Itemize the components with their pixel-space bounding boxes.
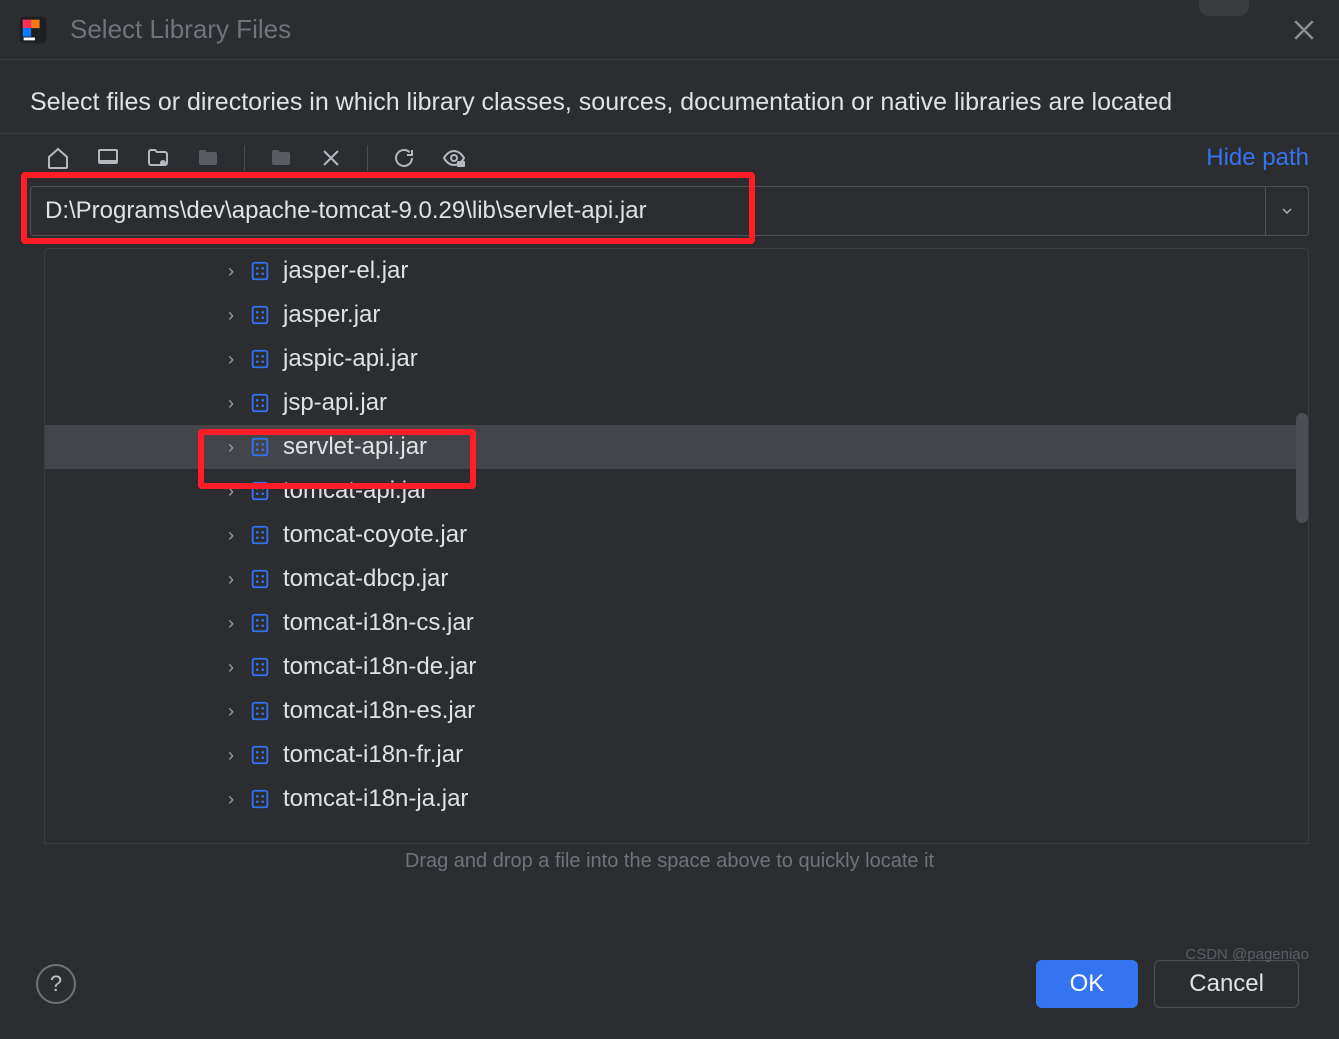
close-icon[interactable] (1289, 15, 1319, 45)
tree-item[interactable]: › tomcat-dbcp.jar (45, 557, 1308, 601)
jar-icon (249, 744, 271, 766)
tree-item-label: tomcat-i18n-fr.jar (283, 741, 463, 769)
tree-item[interactable]: › tomcat-i18n-de.jar (45, 645, 1308, 689)
refresh-icon[interactable] (390, 144, 418, 172)
toolbar: Hide path (0, 134, 1339, 178)
dialog-title: Select Library Files (70, 14, 1289, 45)
intellij-icon (18, 15, 48, 45)
drop-hint: Drag and drop a file into the space abov… (30, 850, 1309, 873)
jar-icon (249, 656, 271, 678)
chevron-right-icon[interactable]: › (225, 481, 237, 502)
jar-icon (249, 568, 271, 590)
dialog-footer: ? OK Cancel (0, 929, 1339, 1039)
chevron-right-icon[interactable]: › (225, 613, 237, 634)
tree-item-label: tomcat-api.jar (283, 477, 428, 505)
chevron-right-icon[interactable]: › (225, 657, 237, 678)
desktop-icon[interactable] (94, 144, 122, 172)
jar-icon (249, 260, 271, 282)
chevron-right-icon[interactable]: › (225, 305, 237, 326)
jar-icon (249, 480, 271, 502)
chevron-right-icon[interactable]: › (225, 393, 237, 414)
path-dropdown-button[interactable] (1265, 186, 1309, 236)
chevron-right-icon[interactable]: › (225, 789, 237, 810)
home-icon[interactable] (44, 144, 72, 172)
jar-icon (249, 348, 271, 370)
file-tree[interactable]: › jasper-el.jar › jasper.jar › jaspic-api.jar… (44, 248, 1309, 844)
cancel-button[interactable]: Cancel (1154, 960, 1299, 1008)
jar-icon (249, 612, 271, 634)
title-bar: Select Library Files (0, 0, 1339, 60)
tree-item[interactable]: › tomcat-i18n-es.jar (45, 689, 1308, 733)
jar-icon (249, 788, 271, 810)
hide-path-link[interactable]: Hide path (1206, 144, 1309, 172)
chevron-right-icon[interactable]: › (225, 261, 237, 282)
watermark: CSDN @pageniao (1185, 946, 1309, 963)
tree-item[interactable]: › tomcat-i18n-fr.jar (45, 733, 1308, 777)
ok-button[interactable]: OK (1036, 960, 1139, 1008)
project-folder-icon[interactable] (144, 144, 172, 172)
jar-icon (249, 392, 271, 414)
window-tab-notch (1199, 0, 1249, 16)
chevron-right-icon[interactable]: › (225, 437, 237, 458)
toolbar-separator (244, 145, 245, 171)
path-input[interactable] (30, 186, 1265, 236)
tree-item[interactable]: › tomcat-coyote.jar (45, 513, 1308, 557)
dialog-description: Select files or directories in which lib… (0, 60, 1339, 133)
chevron-right-icon[interactable]: › (225, 349, 237, 370)
jar-icon (249, 436, 271, 458)
help-button[interactable]: ? (36, 964, 76, 1004)
toolbar-separator (367, 145, 368, 171)
jar-icon (249, 700, 271, 722)
tree-item-label: tomcat-coyote.jar (283, 521, 467, 549)
tree-item[interactable]: › tomcat-api.jar (45, 469, 1308, 513)
delete-icon[interactable] (317, 144, 345, 172)
tree-item[interactable]: › servlet-api.jar (45, 425, 1308, 469)
tree-item-label: jsp-api.jar (283, 389, 387, 417)
show-hidden-icon[interactable] (440, 144, 468, 172)
tree-item-label: tomcat-i18n-de.jar (283, 653, 476, 681)
tree-item-label: jasper.jar (283, 301, 380, 329)
path-field-row (30, 186, 1309, 236)
chevron-right-icon[interactable]: › (225, 525, 237, 546)
tree-item[interactable]: › jaspic-api.jar (45, 337, 1308, 381)
tree-item-label: jasper-el.jar (283, 257, 408, 285)
jar-icon (249, 524, 271, 546)
tree-item-label: jaspic-api.jar (283, 345, 418, 373)
tree-item[interactable]: › tomcat-i18n-ja.jar (45, 777, 1308, 821)
tree-item[interactable]: › tomcat-i18n-cs.jar (45, 601, 1308, 645)
tree-item[interactable]: › jsp-api.jar (45, 381, 1308, 425)
jar-icon (249, 304, 271, 326)
tree-item-label: servlet-api.jar (283, 433, 427, 461)
scrollbar-thumb[interactable] (1296, 413, 1308, 523)
tree-item[interactable]: › jasper-el.jar (45, 249, 1308, 293)
tree-item-label: tomcat-dbcp.jar (283, 565, 448, 593)
tree-item-label: tomcat-i18n-cs.jar (283, 609, 474, 637)
new-folder-icon (267, 144, 295, 172)
chevron-right-icon[interactable]: › (225, 701, 237, 722)
tree-item[interactable]: › jasper.jar (45, 293, 1308, 337)
module-folder-icon (194, 144, 222, 172)
chevron-right-icon[interactable]: › (225, 745, 237, 766)
tree-item-label: tomcat-i18n-es.jar (283, 697, 475, 725)
chevron-right-icon[interactable]: › (225, 569, 237, 590)
tree-item-label: tomcat-i18n-ja.jar (283, 785, 468, 813)
